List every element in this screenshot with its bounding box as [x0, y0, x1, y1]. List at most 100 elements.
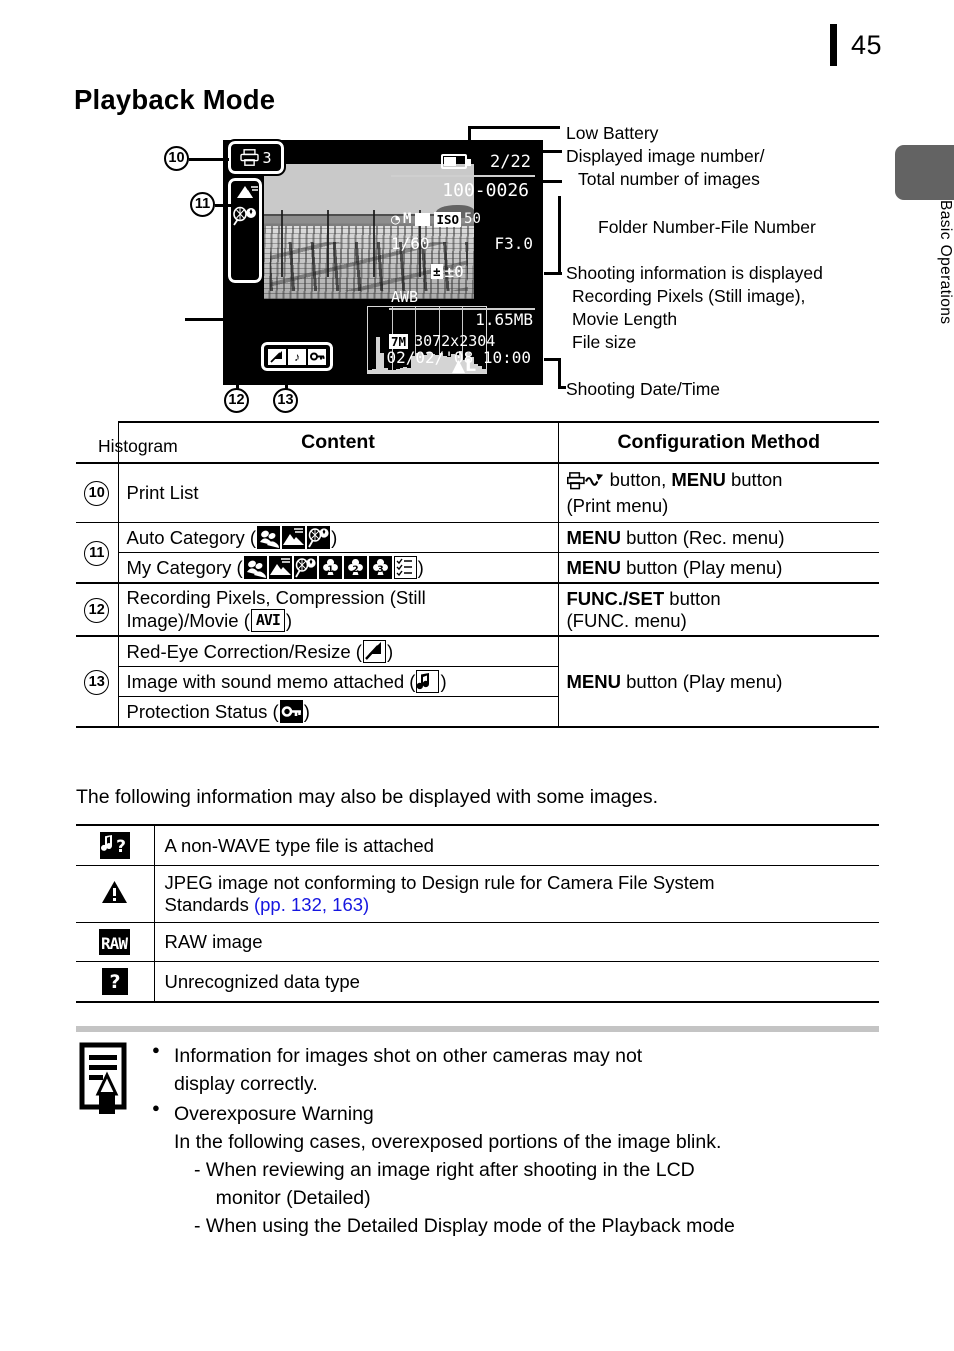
note-text: Information for images shot on other cam…	[174, 1045, 643, 1067]
page-header: 45	[829, 24, 882, 66]
shooting-info-panel: ◔ M ISO 50 1/60 F3.0 ± ±0 AWB 1.65MB 7M …	[387, 208, 537, 350]
content-text-post: )	[303, 701, 310, 722]
content-configuration-table: Content Configuration Method 10 Print Li…	[76, 421, 879, 728]
content-text: My Category (	[126, 557, 243, 578]
raw-image-icon: RAW	[99, 929, 131, 955]
table-row: 10 Print List button, MENU button (Print…	[76, 462, 879, 523]
label-folder-file-number: Folder Number-File Number	[598, 217, 816, 237]
avi-icon: AVI	[250, 609, 285, 632]
page-reference-link[interactable]: (pp. 132, 163)	[254, 894, 369, 915]
content-text-post: )	[417, 557, 424, 578]
config-text-bold: FUNC./SET	[566, 587, 665, 609]
note-sub-line: - When reviewing an image right after sh…	[194, 1159, 695, 1182]
config-text-bold: MENU	[566, 526, 621, 548]
configuration-cell: button, MENU button (Print menu)	[557, 462, 879, 523]
configuration-cell: MENU button (Rec. menu)	[557, 522, 879, 553]
print-count: 3	[262, 148, 272, 167]
events-icon	[293, 556, 317, 579]
description-cell: Unrecognized data type	[153, 961, 879, 1003]
note-divider	[76, 1026, 879, 1032]
my-category-badge	[226, 176, 264, 285]
label-file-size: File size	[572, 332, 637, 352]
content-text: Red-Eye Correction/Resize (	[126, 641, 362, 662]
warning-triangle-icon	[101, 879, 128, 910]
sound-memo-icon: ♪	[288, 348, 306, 365]
th-blank	[76, 422, 119, 464]
leader-shootinfo-h	[544, 272, 562, 275]
print-list-badge: 3	[226, 139, 286, 176]
leader-13	[285, 371, 288, 389]
row-number-cell: 11	[76, 522, 119, 584]
leader-shootinfo-v	[558, 196, 561, 272]
svg-text:?: ?	[109, 971, 120, 993]
red-eye-correction-icon	[268, 348, 286, 365]
print-share-icon	[566, 471, 605, 495]
label-shooting-info: Shooting information is displayed	[566, 263, 823, 283]
note-sub-line: - When using the Detailed Display mode o…	[194, 1215, 735, 1238]
recording-pixels-mark: ▲L	[452, 356, 476, 376]
configuration-cell: FUNC./SET button (FUNC. menu)	[557, 582, 879, 637]
callout-12: 12	[224, 388, 249, 413]
label-low-battery: Low Battery	[566, 123, 659, 143]
leader-filenumber	[540, 180, 562, 183]
category1-icon: 1	[318, 556, 342, 579]
config-text-mid: button,	[604, 469, 672, 490]
callout-13: 13	[273, 388, 298, 413]
protect-key-icon	[279, 700, 303, 723]
people-icon	[257, 526, 281, 549]
people-icon	[243, 556, 267, 579]
mode-label: M	[403, 211, 412, 227]
content-cell: Auto Category ( )	[117, 522, 559, 553]
content-text-line2: Image)/Movie (	[126, 610, 250, 631]
table-header-row: Content Configuration Method	[76, 421, 879, 464]
content-text-post: )	[440, 671, 447, 692]
config-text-post: button (Play menu)	[620, 556, 783, 578]
image-counter: 2/22	[490, 152, 531, 172]
config-text-line2: (Print menu)	[566, 495, 669, 516]
content-cell: Print List	[117, 462, 559, 523]
table-row: RAW RAW image	[76, 922, 879, 962]
row-number-cell: 10	[76, 462, 119, 523]
table-row: ? Unrecognized data type	[76, 961, 879, 1003]
config-text-bold: MENU	[566, 670, 621, 692]
leader-10	[189, 158, 229, 161]
additional-icons-table: ? A non-WAVE type file is attached JPEG …	[76, 824, 879, 1003]
config-text-post: button	[664, 587, 721, 609]
battery-icon	[441, 154, 471, 169]
file-size: 1.65MB	[475, 310, 533, 329]
content-text: Protection Status (	[126, 701, 279, 722]
memo-pencil-icon	[76, 1042, 134, 1243]
content-text: Image with sound memo attached (	[126, 671, 416, 692]
non-wave-file-icon: ?	[99, 832, 130, 859]
leader-counter	[540, 150, 562, 153]
row-number-cell: 12	[76, 582, 119, 637]
th-content: Content	[117, 421, 559, 464]
config-text-bold: MENU	[566, 556, 621, 578]
playback-mode-figure: 2/22 100-0026 02/02/'08 10:00 ◔ M ISO 50…	[0, 123, 954, 456]
description-text: JPEG image not conforming to Design rule…	[164, 872, 715, 893]
exposure-compensation: ±0	[444, 262, 464, 281]
svg-text:1: 1	[327, 565, 333, 575]
svg-text:?: ?	[116, 837, 126, 857]
category2-icon: 2	[343, 556, 367, 579]
th-configuration-method: Configuration Method	[557, 421, 879, 464]
aperture: F3.0	[494, 234, 533, 253]
content-cell: Protection Status ( )	[117, 696, 559, 728]
svg-text:2: 2	[352, 565, 358, 575]
mode-icon: ◔	[391, 210, 401, 228]
protect-key-icon	[308, 348, 326, 365]
note-text: Overexposure Warning	[174, 1103, 374, 1126]
note-bullet: Overexposure Warning In the following ca…	[152, 1099, 735, 1240]
content-text: Auto Category (	[126, 527, 257, 548]
red-eye-correction-icon	[362, 640, 386, 663]
icon-cell: RAW	[76, 922, 155, 962]
header-rule	[829, 24, 837, 66]
table-row: JPEG image not conforming to Design rule…	[76, 865, 879, 923]
configuration-cell: MENU button (Play menu)	[557, 635, 879, 728]
config-text-line2: (FUNC. menu)	[566, 609, 687, 631]
scenery-icon	[268, 556, 292, 579]
description-text-line2: Standards	[164, 894, 254, 915]
content-text: Recording Pixels, Compression (Still	[126, 587, 426, 608]
leader-datetime-h	[544, 358, 560, 361]
iso-value: 50	[464, 211, 481, 227]
